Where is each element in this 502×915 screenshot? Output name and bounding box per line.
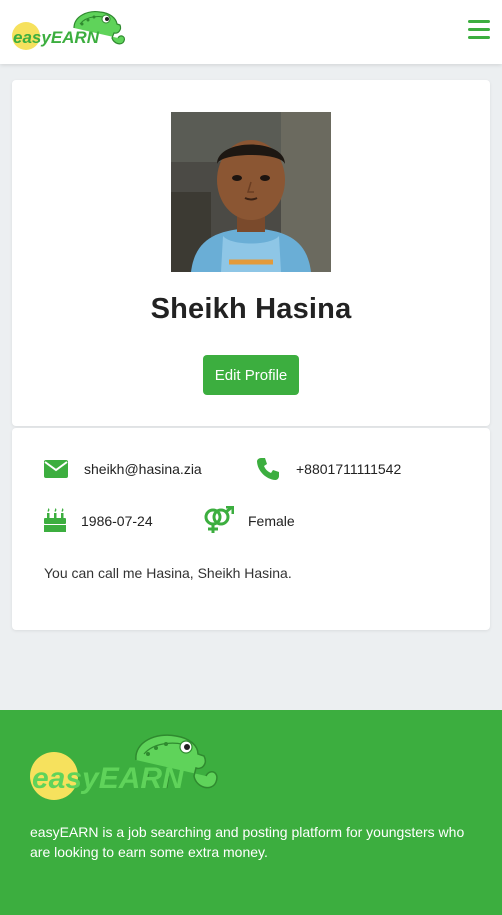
footer: easyEARN easyEARN is a job searching and… <box>0 710 502 915</box>
envelope-icon <box>44 460 68 483</box>
easyearn-logo[interactable]: easyEARN <box>10 8 128 54</box>
logo-wordmark: easyEARN <box>13 28 100 47</box>
email-text: sheikh@hasina.zia <box>84 461 202 477</box>
venus-mars-icon <box>202 505 235 539</box>
birthdate-text: 1986-07-24 <box>81 513 153 529</box>
footer-description: easyEARN is a job searching and posting … <box>30 824 465 860</box>
footer-logo-wordmark: easyEARN <box>32 762 185 795</box>
phone-icon <box>256 457 280 486</box>
easyearn-footer-logo[interactable]: easyEARN <box>28 730 224 804</box>
birthday-cake-icon <box>44 508 66 537</box>
profile-bio: You can call me Hasina, Sheikh Hasina. <box>44 565 292 581</box>
hamburger-menu-icon[interactable] <box>468 20 490 42</box>
profile-card: Sheikh Hasina Edit Profile <box>12 80 490 426</box>
top-navbar: easyEARN <box>0 0 502 64</box>
profile-name: Sheikh Hasina <box>150 293 352 325</box>
profile-info-card: sheikh@hasina.zia +8801711111542 1986-07… <box>12 428 490 630</box>
avatar <box>171 112 331 272</box>
phone-text: +8801711111542 <box>296 461 402 477</box>
edit-profile-button[interactable]: Edit Profile <box>203 355 299 395</box>
gender-text: Female <box>248 513 295 529</box>
